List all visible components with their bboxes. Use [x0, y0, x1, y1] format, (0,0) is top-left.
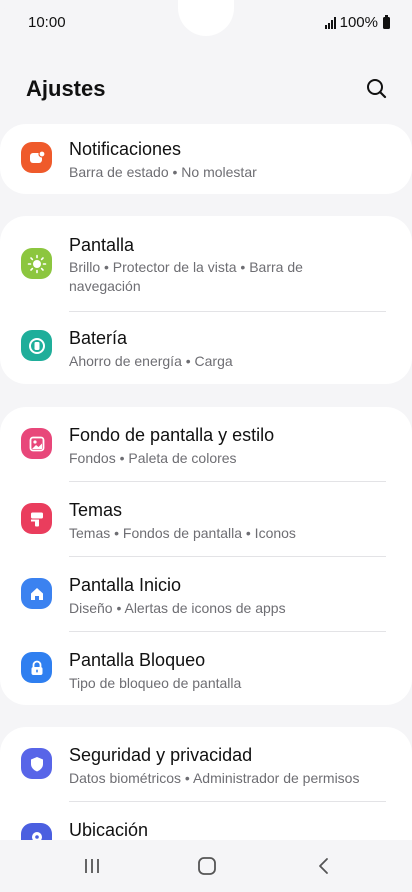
item-subtitle: Temas • Fondos de pantalla • Iconos [69, 525, 296, 541]
battery-status-icon [383, 14, 390, 29]
navigation-bar [0, 840, 412, 892]
item-subtitle: Ahorro de energía • Carga [69, 353, 233, 369]
battery-icon [21, 330, 52, 361]
camera-notch [178, 0, 234, 36]
settings-item-temas[interactable]: Temas Temas • Fondos de pantalla • Icono… [0, 482, 412, 556]
item-subtitle: Tipo de bloqueo de pantalla [69, 675, 242, 691]
status-indicators: 100% [324, 14, 390, 31]
settings-card-notifications: Notificaciones Barra de estado • No mole… [0, 124, 412, 194]
item-subtitle: Barra de estado • No molestar [69, 164, 257, 180]
item-title: Pantalla Bloqueo [69, 650, 206, 670]
sun-icon [21, 248, 52, 279]
back-icon[interactable] [312, 854, 336, 878]
settings-item-notificaciones[interactable]: Notificaciones Barra de estado • No mole… [0, 124, 412, 194]
item-subtitle: Brillo • Protector de la vista • Barra d… [69, 259, 303, 294]
notification-icon [21, 142, 52, 173]
settings-item-fondo[interactable]: Fondo de pantalla y estilo Fondos • Pale… [0, 407, 412, 481]
item-subtitle: Fondos • Paleta de colores [69, 450, 237, 466]
search-icon[interactable] [364, 76, 390, 102]
home-icon [21, 578, 52, 609]
settings-item-inicio[interactable]: Pantalla Inicio Diseño • Alertas de icon… [0, 557, 412, 631]
settings-item-bloqueo[interactable]: Pantalla Bloqueo Tipo de bloqueo de pant… [0, 632, 412, 705]
settings-screen: 10:00 100% Ajustes Notificaciones Barra … [0, 0, 412, 892]
header: Ajustes [0, 70, 412, 110]
settings-item-pantalla[interactable]: Pantalla Brillo • Protector de la vista … [0, 216, 412, 310]
home-button-icon[interactable] [195, 854, 219, 878]
item-subtitle: Datos biométricos • Administrador de per… [69, 770, 360, 786]
item-title: Pantalla [69, 235, 135, 255]
item-title: Temas [69, 500, 123, 520]
shield-icon [21, 748, 52, 779]
lock-icon [21, 652, 52, 683]
item-title: Seguridad y privacidad [69, 745, 253, 765]
settings-card-display: Pantalla Brillo • Protector de la vista … [0, 216, 412, 384]
notch-shoulder [232, 0, 246, 14]
wallpaper-icon [21, 428, 52, 459]
status-time: 10:00 [28, 14, 66, 31]
item-title: Ubicación [69, 820, 149, 840]
settings-item-bateria[interactable]: Batería Ahorro de energía • Carga [0, 312, 412, 384]
item-title: Fondo de pantalla y estilo [69, 425, 275, 445]
settings-card-appearance: Fondo de pantalla y estilo Fondos • Pale… [0, 407, 412, 705]
battery-percentage: 100% [339, 14, 378, 31]
recents-icon[interactable] [80, 854, 104, 878]
item-title: Notificaciones [69, 139, 182, 159]
item-title: Pantalla Inicio [69, 575, 182, 595]
item-title: Batería [69, 328, 128, 348]
status-bar: 10:00 100% [0, 0, 412, 46]
settings-item-seguridad[interactable]: Seguridad y privacidad Datos biométricos… [0, 727, 412, 801]
signal-icon [324, 16, 336, 29]
page-title: Ajustes [26, 76, 106, 101]
item-subtitle: Diseño • Alertas de iconos de apps [69, 600, 286, 616]
brush-icon [21, 503, 52, 534]
